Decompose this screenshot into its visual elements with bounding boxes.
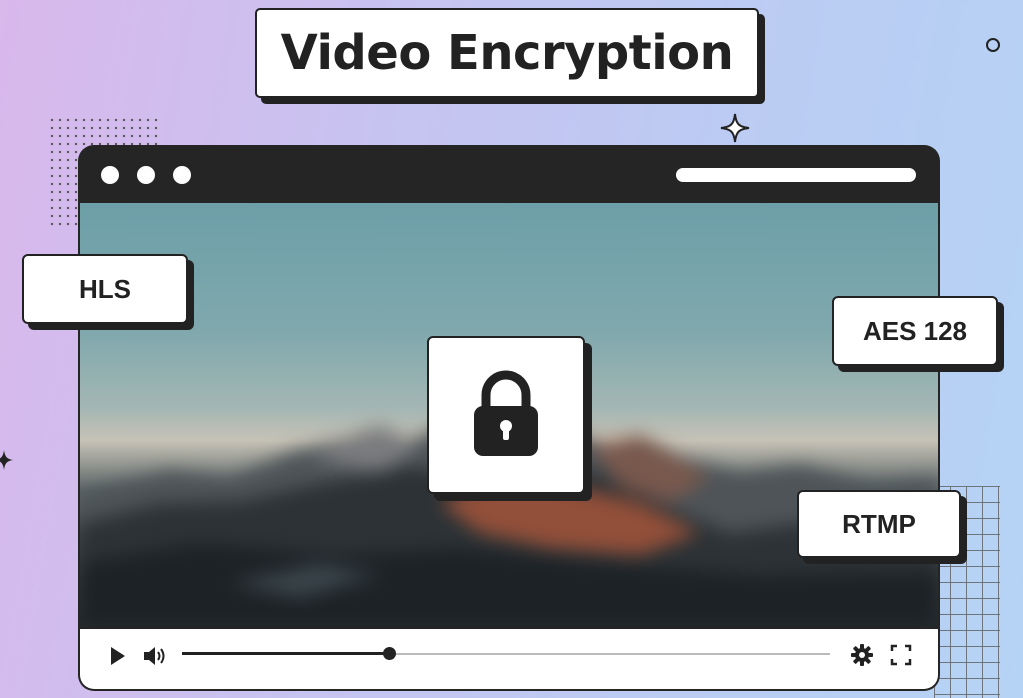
sparkle-small-icon [0,450,13,470]
player-controls [80,627,938,689]
progress-fill [182,652,390,655]
window-titlebar [80,147,938,203]
window-dot-1[interactable] [101,166,119,184]
address-bar[interactable] [676,168,916,182]
progress-bar[interactable] [182,647,830,660]
page-title: Video Encryption [280,25,734,81]
ring-decoration [986,38,1000,52]
window-dot-2[interactable] [137,166,155,184]
fullscreen-icon[interactable] [890,644,912,666]
tag-hls-label: HLS [79,273,131,304]
tag-rtmp: RTMP [797,490,961,558]
tag-aes: AES 128 [832,296,998,366]
tag-aes-label: AES 128 [862,315,968,346]
lock-icon [474,370,538,456]
tag-hls: HLS [22,254,188,324]
play-icon[interactable] [108,645,128,667]
volume-icon[interactable] [142,644,168,668]
page-title-card: Video Encryption [255,8,759,98]
sparkle-icon [720,113,750,143]
lock-card [427,336,585,494]
settings-icon[interactable] [850,643,874,667]
tag-rtmp-label: RTMP [842,508,916,539]
window-dot-3[interactable] [173,166,191,184]
progress-handle[interactable] [383,647,397,660]
